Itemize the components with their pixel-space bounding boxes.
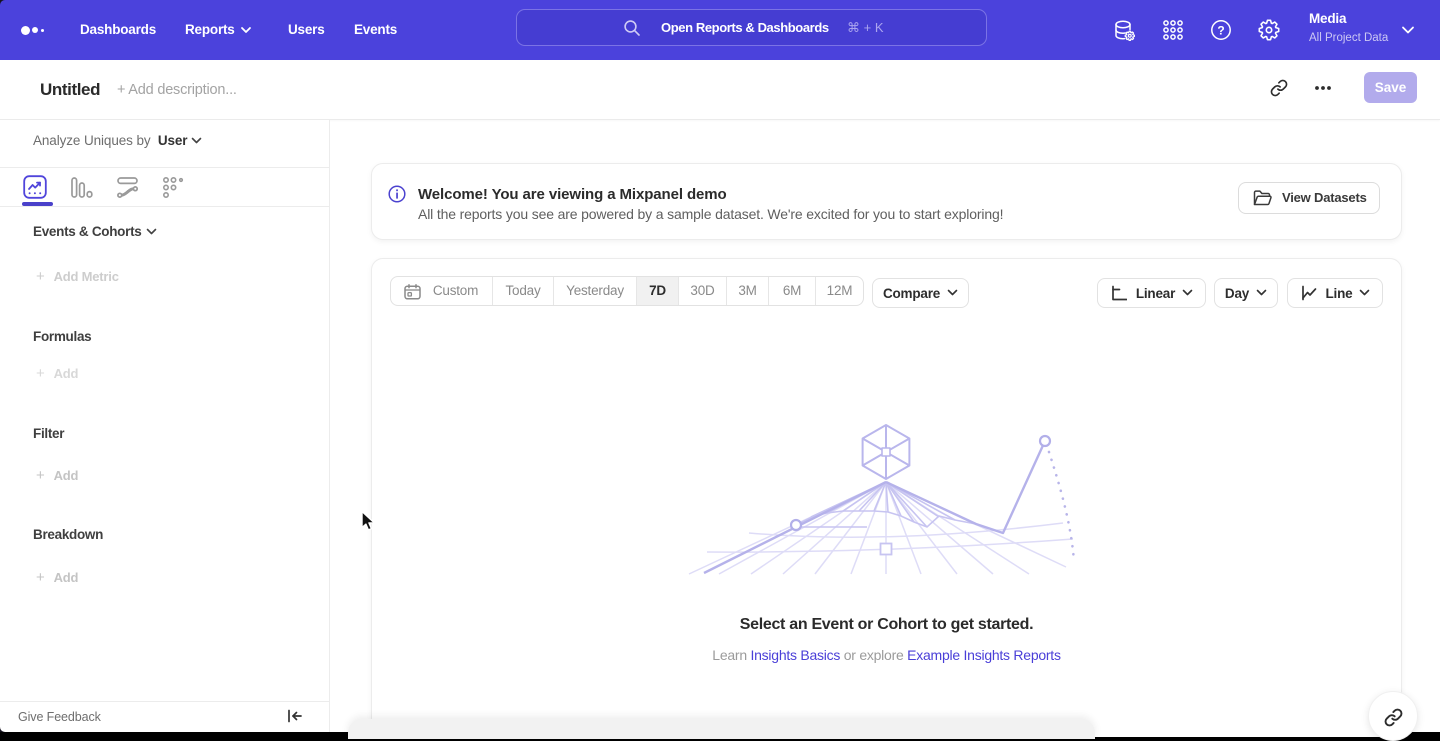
svg-text:?: ? [1217, 24, 1224, 38]
